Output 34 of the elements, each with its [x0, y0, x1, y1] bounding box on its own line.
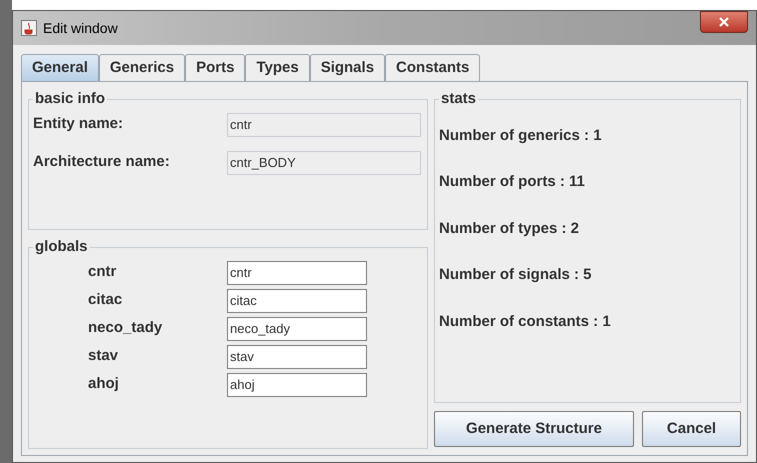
tab[interactable]: Types: [245, 54, 310, 81]
text-field[interactable]: ahoj: [227, 372, 367, 396]
field-label: cntr: [87, 262, 118, 282]
field-label: stav: [87, 346, 120, 366]
tab[interactable]: General: [21, 54, 99, 81]
text-field[interactable]: neco_tady: [227, 316, 367, 340]
field-label: Entity name:: [33, 114, 124, 134]
close-button[interactable]: [700, 11, 748, 33]
dialog-button[interactable]: Cancel: [642, 411, 741, 447]
tab[interactable]: Ports: [185, 54, 246, 81]
stat-line: Number of signals : 5: [439, 265, 593, 285]
field-label: ahoj: [87, 374, 120, 394]
stat-line: Number of constants : 1: [439, 312, 612, 332]
text-field[interactable]: citac: [227, 288, 367, 312]
text-field[interactable]: cntr: [227, 112, 421, 136]
text-field[interactable]: stav: [227, 344, 367, 368]
close-icon: [719, 17, 729, 27]
tab[interactable]: Signals: [310, 54, 386, 81]
text-field[interactable]: cntr_BODY: [227, 150, 421, 174]
stat-line: Number of types : 2: [439, 218, 580, 238]
cup-icon: [21, 20, 37, 36]
field-label: neco_tady: [87, 318, 164, 338]
dialog-button[interactable]: Generate Structure: [434, 411, 634, 447]
window-title: Edit window: [43, 18, 118, 38]
group-title: stats: [440, 89, 478, 109]
field-label: Architecture name:: [33, 152, 171, 172]
stat-line: Number of generics : 1: [439, 126, 603, 146]
stat-line: Number of ports : 11: [439, 172, 586, 192]
tab[interactable]: Constants: [385, 54, 480, 81]
group-title: globals: [34, 237, 89, 257]
field-label: citac: [87, 290, 124, 310]
text-field[interactable]: cntr: [227, 260, 367, 284]
tab[interactable]: Generics: [98, 54, 186, 81]
group-title: basic info: [34, 89, 106, 109]
